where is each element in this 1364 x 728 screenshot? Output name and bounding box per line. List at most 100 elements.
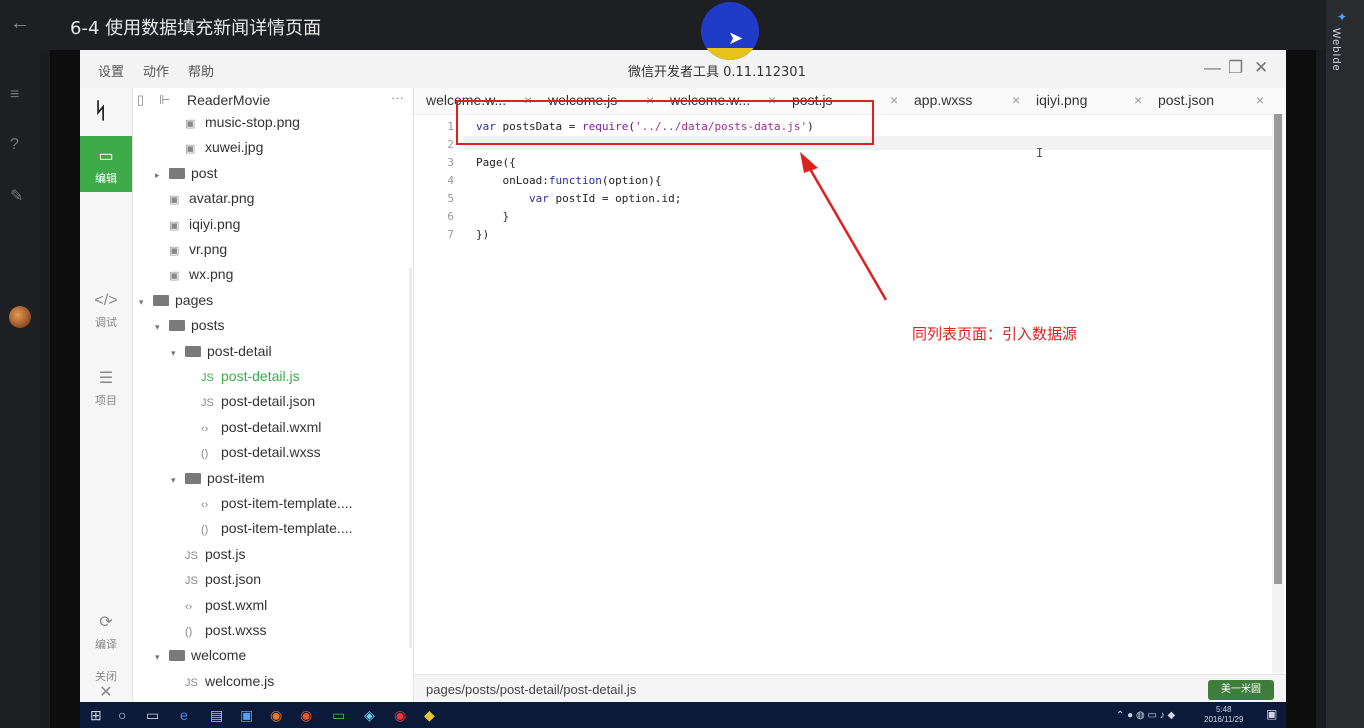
nav-project[interactable]: ☰ 项目 <box>80 358 132 414</box>
chevron-down-icon[interactable]: ▾ <box>139 297 153 308</box>
question-icon[interactable]: ? <box>10 136 19 154</box>
back-arrow-icon[interactable]: ← <box>10 12 30 35</box>
annotation-box <box>456 100 874 145</box>
code-line: }) <box>476 228 490 241</box>
tree-folder[interactable]: ▾ welcome <box>155 647 246 671</box>
tree-file[interactable]: ▣ avatar.png <box>155 190 254 214</box>
editor-tab[interactable]: post.json <box>1158 92 1214 108</box>
tree-file[interactable]: () post-detail.wxss <box>187 444 321 468</box>
tray-icons[interactable]: ⌃ ● ◍ ▭ ♪ ◆ <box>1116 710 1175 721</box>
tree-file[interactable]: ‹› post-item-template.... <box>187 495 353 519</box>
tree-item-label: post.json <box>205 571 262 588</box>
menu-help[interactable]: 帮助 <box>188 61 214 80</box>
task-view-icon[interactable]: ▭ <box>146 707 159 724</box>
menu-settings[interactable]: 设置 <box>98 61 124 80</box>
tree-file[interactable]: JS post-detail.json <box>187 393 315 417</box>
tab-close-icon[interactable]: × <box>1256 92 1264 108</box>
tree-file[interactable]: ▣ iqiyi.png <box>155 216 240 240</box>
windows-start-icon[interactable]: ⊞ <box>90 707 102 724</box>
video-title-bar: ← 6-4 使用数据填充新闻详情页面 <box>0 0 1326 50</box>
menu-icon[interactable]: ≡ <box>10 86 19 104</box>
line-number: 1 <box>447 120 454 133</box>
img-file-icon: ▣ <box>169 245 180 257</box>
tree-folder[interactable]: ▾ post-detail <box>171 343 272 367</box>
tree-file[interactable]: JS welcome.js <box>171 673 274 697</box>
tree-folder[interactable]: ▾ pages <box>139 292 213 316</box>
ide-title-bar: 设置 动作 帮助 微信开发者工具 0.11.112301 — ❐ ✕ <box>80 50 1286 89</box>
file-explorer-icon[interactable]: ▤ <box>210 707 223 724</box>
js-file-icon: JS <box>185 575 198 588</box>
tool-icon[interactable]: ◆ <box>424 707 435 724</box>
clock-time: 5:48 <box>1215 705 1232 714</box>
img-file-icon: ▣ <box>169 270 180 283</box>
chevron-down-icon[interactable]: ▾ <box>171 348 185 359</box>
close-window-icon[interactable]: ✕ <box>1254 58 1268 78</box>
search-icon[interactable]: ○ <box>118 707 126 723</box>
menu-actions[interactable]: 动作 <box>143 61 169 80</box>
tree-file[interactable]: JS post.js <box>171 546 245 570</box>
tree-file[interactable]: () post.wxss <box>171 622 266 646</box>
photoshop-icon[interactable]: ▣ <box>240 707 253 724</box>
editor-scroll-thumb[interactable] <box>1274 114 1282 584</box>
tree-file[interactable]: ‹› post-detail.wxml <box>187 419 321 443</box>
wxss-file-icon: () <box>185 626 193 638</box>
editor-scrollbar[interactable] <box>1272 114 1284 674</box>
watermark-logo: 美一米圆 <box>1208 680 1274 700</box>
webide-label[interactable]: WebIde <box>1330 28 1342 72</box>
tree-file[interactable]: JS post-detail.js <box>187 368 300 392</box>
nav-compile[interactable]: ⟳ 编译 <box>80 602 132 658</box>
avatar[interactable] <box>9 306 31 328</box>
tab-close-icon[interactable]: × <box>890 92 898 108</box>
tab-label: iqiyi.png <box>1036 92 1088 108</box>
tree-file[interactable]: ▣ music-stop.png <box>171 114 300 138</box>
line-number: 7 <box>447 228 454 241</box>
tree-item-label: iqiyi.png <box>189 215 241 232</box>
edge-browser-icon[interactable]: e <box>180 707 188 723</box>
tree-item-label: music-stop.png <box>205 114 300 130</box>
tree-item-label: post.wxml <box>205 596 268 613</box>
tree-folder[interactable]: ▾ posts <box>155 317 224 341</box>
restore-icon[interactable]: ❐ <box>1228 58 1243 78</box>
tree-file[interactable]: ‹› post.wxml <box>171 597 267 621</box>
tree-item-label: post.js <box>205 545 246 562</box>
tree-file[interactable]: () post-item-template.... <box>187 520 353 544</box>
tree-folder[interactable]: ▾ post-item <box>171 470 265 494</box>
chevron-down-icon[interactable]: ▾ <box>171 475 185 486</box>
firefox-icon[interactable]: ◉ <box>300 707 312 724</box>
chrome-icon[interactable]: ◉ <box>270 707 282 724</box>
nav-compile-label: 编译 <box>95 638 117 651</box>
ide-window-title: 微信开发者工具 0.11.112301 <box>628 65 806 80</box>
wxml-file-icon: ‹› <box>201 422 209 435</box>
img-file-icon: ▣ <box>169 219 180 232</box>
recorder-icon[interactable]: ◉ <box>394 707 406 724</box>
chevron-right-icon[interactable]: ▸ <box>155 170 169 181</box>
tree-view-icon[interactable]: ⊩ <box>159 92 170 108</box>
wxml-file-icon: ‹› <box>185 600 193 613</box>
wechat-devtools-icon[interactable]: ▭ <box>332 707 345 724</box>
tab-close-icon[interactable]: × <box>1134 92 1142 108</box>
chevron-down-icon[interactable]: ▾ <box>155 322 169 333</box>
nav-debug[interactable]: </> 调试 <box>80 282 132 338</box>
code-editor[interactable]: 1 var postsData = require('../../data/pos… <box>414 114 1274 674</box>
taskbar-clock[interactable]: 5:48 2016/11/29 <box>1204 705 1243 725</box>
editor-tab[interactable]: iqiyi.png <box>1036 92 1087 108</box>
tree-folder[interactable]: ▸ post <box>155 165 217 189</box>
app-icon[interactable]: ◈ <box>364 707 375 724</box>
tree-file[interactable]: JS post.json <box>171 571 261 595</box>
tab-close-icon[interactable]: × <box>1012 92 1020 108</box>
nav-edit[interactable]: ▭ 编辑 <box>80 136 132 192</box>
project-name: ReaderMovie <box>187 92 271 108</box>
more-icon[interactable]: ··· <box>391 90 404 105</box>
editor-tab[interactable]: app.wxss <box>914 92 972 108</box>
tree-file[interactable]: ▣ wx.png <box>155 266 233 290</box>
notification-icon[interactable]: ▣ <box>1266 707 1277 721</box>
line-number: 2 <box>447 138 454 151</box>
img-file-icon: ▣ <box>185 143 196 156</box>
pencil-icon[interactable]: ✎ <box>10 186 23 206</box>
phone-icon[interactable]: ▯ <box>137 92 144 108</box>
minimize-icon[interactable]: — <box>1204 58 1221 78</box>
chevron-down-icon[interactable]: ▾ <box>155 652 169 663</box>
tree-file[interactable]: ▣ xuwei.jpg <box>171 139 263 163</box>
tree-file[interactable]: ▣ vr.png <box>155 241 227 265</box>
tree-scrollbar[interactable] <box>409 268 412 648</box>
